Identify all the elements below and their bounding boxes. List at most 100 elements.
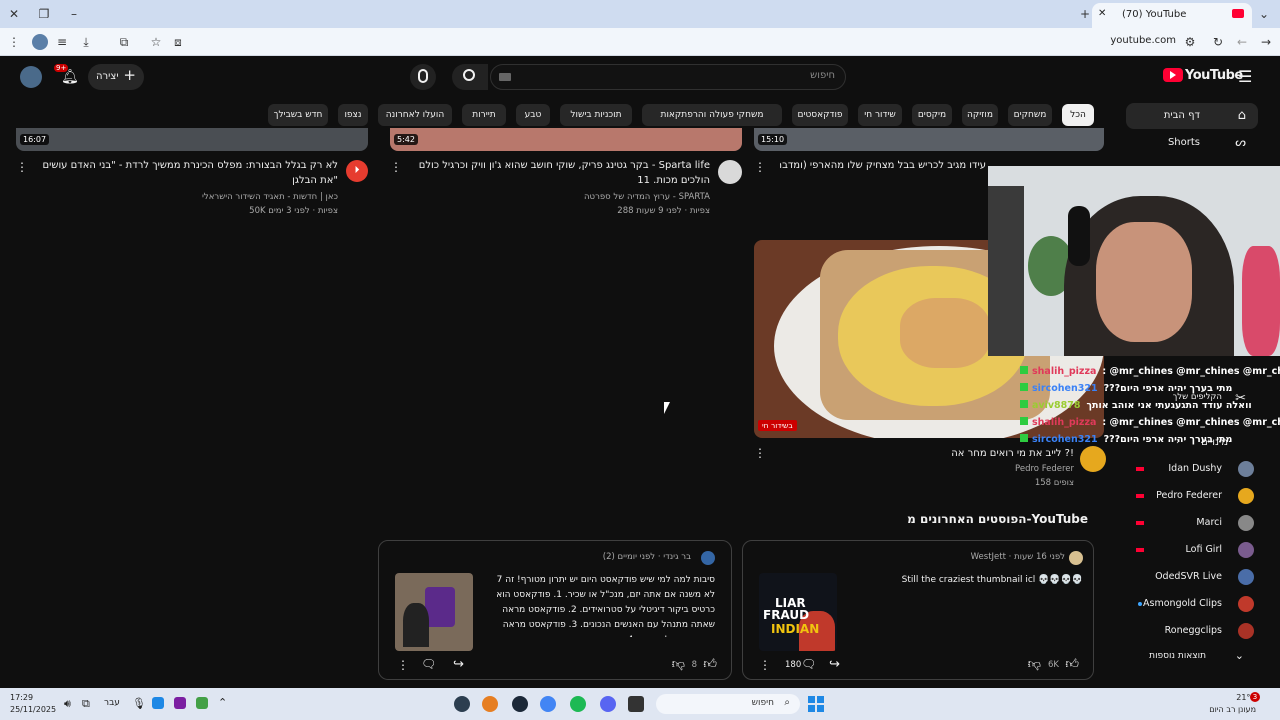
video-title-2[interactable]: בקר גטינג פריק, שוקי חושב שהוא ג'ון וויק…: [410, 158, 710, 188]
forward-icon[interactable]: ←: [1234, 34, 1250, 50]
search-input[interactable]: חיפוש: [490, 64, 846, 90]
app-icon[interactable]: [482, 696, 498, 712]
video-thumbnail-2[interactable]: 5:42: [390, 128, 742, 151]
account-avatar[interactable]: [20, 66, 42, 88]
steam-icon[interactable]: [512, 696, 528, 712]
share-icon[interactable]: ↪: [453, 657, 464, 672]
start-button[interactable]: [808, 696, 824, 712]
chip-6[interactable]: פודקאסטים: [792, 104, 848, 126]
chip-7[interactable]: משחקי פעולה והרפתקאות: [642, 104, 782, 126]
chip-10[interactable]: תיירות: [462, 104, 506, 126]
channel-avatar-pedro[interactable]: [1080, 446, 1106, 472]
chip-9[interactable]: טבע: [516, 104, 550, 126]
video-title-3[interactable]: עידו מגיב לכריש בבל מצחיק שלו מהארפי (ומ…: [780, 158, 986, 174]
show-more-subs[interactable]: תוצאות נוספות ⌄: [1126, 644, 1258, 670]
chip-4[interactable]: מיקסים: [912, 104, 952, 126]
chip-8[interactable]: תוכניות בישול: [560, 104, 632, 126]
chrome-icon[interactable]: [540, 696, 556, 712]
channel-name-1[interactable]: כאן | חדשות - תאגיד השידור הישראלי: [34, 190, 338, 204]
post-card-2[interactable]: בר גינדי · לפני יומיים (2) 7 סיבות למה ל…: [378, 540, 732, 680]
chip-2[interactable]: משחקים: [1008, 104, 1052, 126]
volume-icon[interactable]: 🔊︎: [64, 697, 71, 711]
post-author-avatar[interactable]: [701, 551, 715, 565]
post-menu-icon[interactable]: ⋮: [397, 658, 409, 672]
file-explorer-icon[interactable]: [628, 696, 644, 712]
network-icon[interactable]: ⧉: [82, 697, 90, 711]
video-thumbnail-1[interactable]: 16:07: [16, 128, 368, 151]
post-image[interactable]: LIAR FRAUD INDIAN: [759, 573, 837, 651]
post-card-1[interactable]: WestJett · לפני 16 שעות Still the crazie…: [742, 540, 1094, 680]
input-language[interactable]: עבר: [104, 698, 120, 708]
keyboard-icon[interactable]: [499, 73, 511, 81]
voice-search-button[interactable]: [410, 64, 436, 90]
sidebar-sub-1[interactable]: Idan Dushy: [1130, 456, 1280, 482]
live-video-title[interactable]: לייב את מי רואים מחר אה ?!: [780, 446, 1074, 461]
menu-dots-icon[interactable]: ⋮: [6, 34, 22, 50]
sidebar-sub-3[interactable]: Marci: [1130, 510, 1280, 536]
sidebar-sub-4[interactable]: Lofi Girl: [1130, 537, 1280, 563]
sidebar-item-shorts[interactable]: Shorts ᔕ: [1126, 130, 1258, 156]
restore-window-icon[interactable]: ❐: [36, 6, 52, 22]
tray-app-icon[interactable]: [152, 697, 164, 709]
weather-widget[interactable]: 21°C מעונן רב היום: [1196, 692, 1256, 716]
chip-5[interactable]: שידור חי: [858, 104, 902, 126]
install-app-icon[interactable]: ⧈: [170, 34, 186, 50]
dislike-icon[interactable]: 👎︎: [1028, 657, 1041, 672]
video-menu-icon[interactable]: ⋮: [16, 160, 28, 174]
live-channel-name[interactable]: Pedro Federer: [780, 462, 1074, 476]
profile-avatar-icon[interactable]: [32, 34, 48, 50]
post-image[interactable]: [395, 573, 473, 651]
download-icon[interactable]: ⤓: [78, 34, 94, 50]
video-title-1[interactable]: לא רק בגלל הבצורת: מפלס הכינרת ממשיך לרד…: [34, 158, 338, 188]
video-thumbnail-3[interactable]: 15:10: [754, 128, 1104, 151]
bookmark-star-icon[interactable]: ☆: [148, 34, 164, 50]
post-author-avatar[interactable]: [1069, 551, 1083, 565]
taskbar-search[interactable]: ⌕ חיפוש: [656, 694, 800, 714]
chip-13[interactable]: חדש בשבילך: [268, 104, 328, 126]
comment-icon[interactable]: 🗨︎: [421, 657, 436, 671]
spotify-icon[interactable]: [570, 696, 586, 712]
like-icon[interactable]: 👍︎: [1065, 657, 1079, 672]
tray-app-icon-2[interactable]: [196, 697, 208, 709]
share-icon[interactable]: ↪: [829, 657, 840, 672]
new-tab-icon[interactable]: +: [1077, 6, 1093, 22]
dislike-icon[interactable]: 👎︎: [672, 657, 685, 672]
video-menu-icon[interactable]: ⋮: [754, 160, 766, 174]
url-text[interactable]: youtube.com: [1100, 35, 1176, 49]
site-info-icon[interactable]: ⚙: [1182, 34, 1198, 50]
video-menu-icon[interactable]: ⋮: [390, 160, 402, 174]
hamburger-menu-icon[interactable]: ☰: [1238, 67, 1252, 86]
sidebar-item-home[interactable]: דף הבית ⌂: [1126, 103, 1258, 129]
chip-3[interactable]: מוזיקה: [962, 104, 998, 126]
chip-1[interactable]: הכל: [1062, 104, 1094, 126]
reload-icon[interactable]: ↻: [1210, 34, 1226, 50]
obs-icon[interactable]: [454, 696, 470, 712]
sidebar-sub-5[interactable]: OdedSVR Live: [1130, 564, 1280, 590]
back-icon[interactable]: →: [1258, 34, 1274, 50]
close-window-icon[interactable]: ✕: [6, 6, 22, 22]
show-hidden-icons[interactable]: ⌃: [218, 696, 227, 709]
reading-list-icon[interactable]: ≡: [54, 34, 70, 50]
sidebar-sub-7[interactable]: Roneggclips: [1130, 618, 1280, 644]
extensions-icon[interactable]: ⧉: [116, 34, 132, 50]
post-author[interactable]: WestJett: [971, 552, 1006, 562]
create-button[interactable]: + יצירה: [88, 64, 144, 90]
chip-11[interactable]: הועלו לאחרונה: [378, 104, 452, 126]
channel-name-2[interactable]: ערוץ המדיה של ספרטה - SPARTA: [410, 190, 710, 204]
channel-avatar-sparta[interactable]: [718, 160, 742, 184]
onenote-icon[interactable]: [174, 697, 186, 709]
tab-search-icon[interactable]: ⌄: [1256, 6, 1272, 22]
minimize-window-icon[interactable]: –: [66, 6, 82, 22]
tab-youtube[interactable]: ✕ (70) YouTube: [1092, 3, 1252, 28]
video-menu-icon[interactable]: ⋮: [754, 446, 766, 460]
search-button[interactable]: [452, 64, 488, 90]
post-menu-icon[interactable]: ⋮: [759, 658, 771, 672]
clock[interactable]: 17:29 25/11/2025: [10, 692, 60, 716]
discord-icon[interactable]: [600, 696, 616, 712]
tab-close-icon[interactable]: ✕: [1098, 8, 1106, 19]
channel-avatar-kan[interactable]: ⏵: [346, 160, 368, 182]
sidebar-sub-2[interactable]: Pedro Federer: [1130, 483, 1280, 509]
post-author[interactable]: בר גינדי: [663, 552, 691, 562]
youtube-logo-text[interactable]: YouTube: [1185, 68, 1243, 83]
sidebar-sub-6[interactable]: Asmongold Clips: [1130, 591, 1280, 617]
